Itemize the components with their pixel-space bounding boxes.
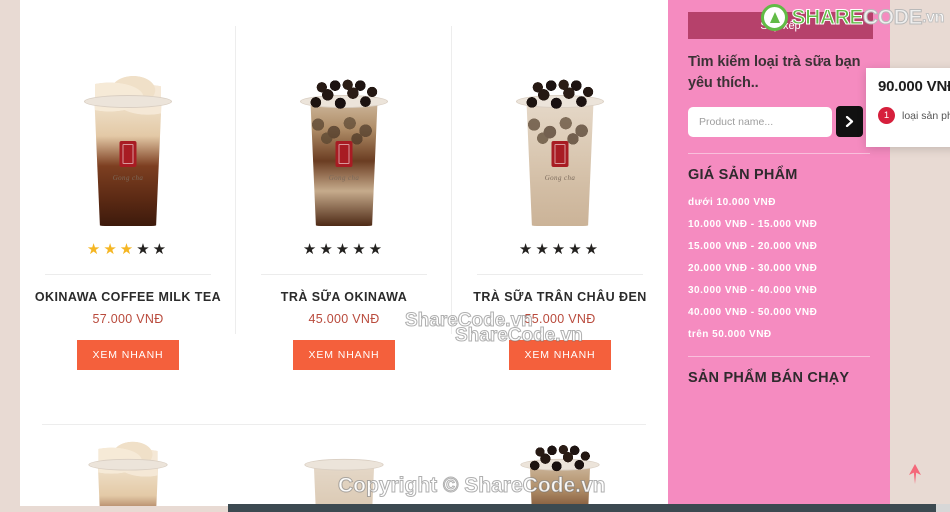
cup-brand-text: Gong cha: [328, 173, 360, 182]
gongcha-logo-icon: [551, 140, 569, 167]
scroll-to-top-button[interactable]: [904, 462, 926, 486]
horizontal-scrollbar[interactable]: [228, 504, 950, 512]
product-listing-area: Gong cha ★★★★★ OKINAWA COFFEE MILK TEA 5…: [20, 0, 668, 506]
product-title: TRÀ SỮA TRÂN CHÂU ĐEN: [473, 290, 647, 304]
tooltip-count-badge: 1: [878, 107, 895, 124]
rating-stars[interactable]: ★★★★★: [519, 242, 601, 257]
product-title: OKINAWA COFFEE MILK TEA: [34, 290, 222, 304]
product-card[interactable]: Gong cha ★★★★★ TRÀ SỮA OKINAWA 45.000 VN…: [236, 0, 452, 424]
product-card[interactable]: Gong cha ★★★★★ TRÀ SỮA TRÂN CHÂU ĐEN 55.…: [452, 0, 668, 424]
card-rule: [45, 274, 211, 275]
logo-text-vn: .vn: [922, 8, 945, 26]
product-card[interactable]: [452, 424, 668, 506]
product-image[interactable]: Gong cha: [460, 30, 660, 226]
price-filter-item[interactable]: 10.000 VNĐ - 15.000 VNĐ: [688, 219, 870, 230]
product-card[interactable]: [236, 424, 452, 506]
boba-pearls-detail: [526, 439, 594, 477]
product-price: 45.000 VNĐ: [308, 312, 380, 327]
cup-rim: [88, 458, 168, 471]
product-grid: Gong cha ★★★★★ OKINAWA COFFEE MILK TEA 5…: [20, 0, 668, 506]
card-rule: [261, 274, 427, 275]
logo-text-code: CODE: [862, 5, 923, 29]
logo-text-share: SHARE: [791, 5, 864, 29]
price-filter-list: dưới 10.000 VNĐ 10.000 VNĐ - 15.000 VNĐ …: [688, 197, 870, 340]
product-image[interactable]: Gong cha: [244, 30, 444, 226]
product-image[interactable]: [460, 439, 660, 506]
quick-view-button[interactable]: XEM NHANH: [77, 340, 179, 371]
price-filter-item[interactable]: trên 50.000 VNĐ: [688, 329, 870, 340]
quick-view-button[interactable]: XEM NHANH: [293, 340, 395, 371]
cup-rim: [304, 458, 384, 471]
price-tooltip: 90.000 VNĐ 1 loại sản phẩm: [866, 68, 950, 147]
cup-brand-text: Gong cha: [112, 173, 144, 182]
quick-view-button[interactable]: XEM NHANH: [509, 340, 611, 371]
cup-rim: [84, 95, 172, 108]
bestseller-title: SẢN PHẨM BÁN CHẠY: [688, 370, 850, 387]
search-heading: Tìm kiếm loại trà sữa bạn yêu thích..: [688, 54, 861, 92]
card-rule: [477, 274, 643, 275]
price-filter-title: GIÁ SẢN PHẨM: [688, 167, 798, 184]
search-input[interactable]: [688, 106, 832, 137]
product-image[interactable]: Gong cha: [28, 30, 228, 226]
gongcha-logo-icon: [335, 140, 353, 167]
chevron-right-icon: [845, 116, 854, 128]
product-image[interactable]: [244, 458, 444, 506]
boba-pearls-detail: [523, 73, 597, 115]
leaf-icon: [761, 4, 789, 31]
price-filter-item[interactable]: 15.000 VNĐ - 20.000 VNĐ: [688, 241, 870, 252]
up-arrow-icon: [909, 464, 921, 484]
gongcha-logo-icon: [119, 140, 137, 167]
tooltip-price: 90.000 VNĐ: [878, 78, 950, 95]
cup-brand-text: Gong cha: [544, 173, 576, 182]
rating-stars[interactable]: ★★★★★: [87, 242, 169, 257]
price-filter-item[interactable]: dưới 10.000 VNĐ: [688, 197, 870, 208]
sidebar-divider: [688, 356, 870, 358]
product-title: TRÀ SỮA OKINAWA: [280, 290, 408, 304]
price-filter-item[interactable]: 40.000 VNĐ - 50.000 VNĐ: [688, 307, 870, 318]
product-price: 57.000 VNĐ: [92, 312, 164, 327]
rating-stars[interactable]: ★★★★★: [303, 242, 385, 257]
sidebar-divider: [688, 153, 870, 155]
tooltip-row: 1 loại sản phẩm: [878, 107, 950, 124]
search-row: [688, 106, 870, 138]
page-root: Gong cha ★★★★★ OKINAWA COFFEE MILK TEA 5…: [0, 0, 950, 512]
tooltip-label: loại sản phẩm: [902, 109, 950, 122]
price-filter-item[interactable]: 20.000 VNĐ - 30.000 VNĐ: [688, 263, 870, 274]
sidebar: Sắp xếp Tìm kiếm loại trà sữa bạn yêu th…: [668, 0, 890, 506]
grid-row-divider: [42, 424, 646, 425]
sharecode-logo: SHARE CODE .vn: [761, 4, 945, 31]
scrollbar-thumb[interactable]: [228, 504, 936, 512]
price-filter-item[interactable]: 30.000 VNĐ - 40.000 VNĐ: [688, 285, 870, 296]
product-card[interactable]: Gong cha ★★★★★ OKINAWA COFFEE MILK TEA 5…: [20, 0, 236, 424]
product-image[interactable]: [28, 440, 228, 506]
boba-pearls-detail: [307, 73, 381, 115]
product-price: 55.000 VNĐ: [524, 312, 596, 327]
search-submit-button[interactable]: [836, 106, 863, 138]
product-card[interactable]: [20, 424, 236, 506]
